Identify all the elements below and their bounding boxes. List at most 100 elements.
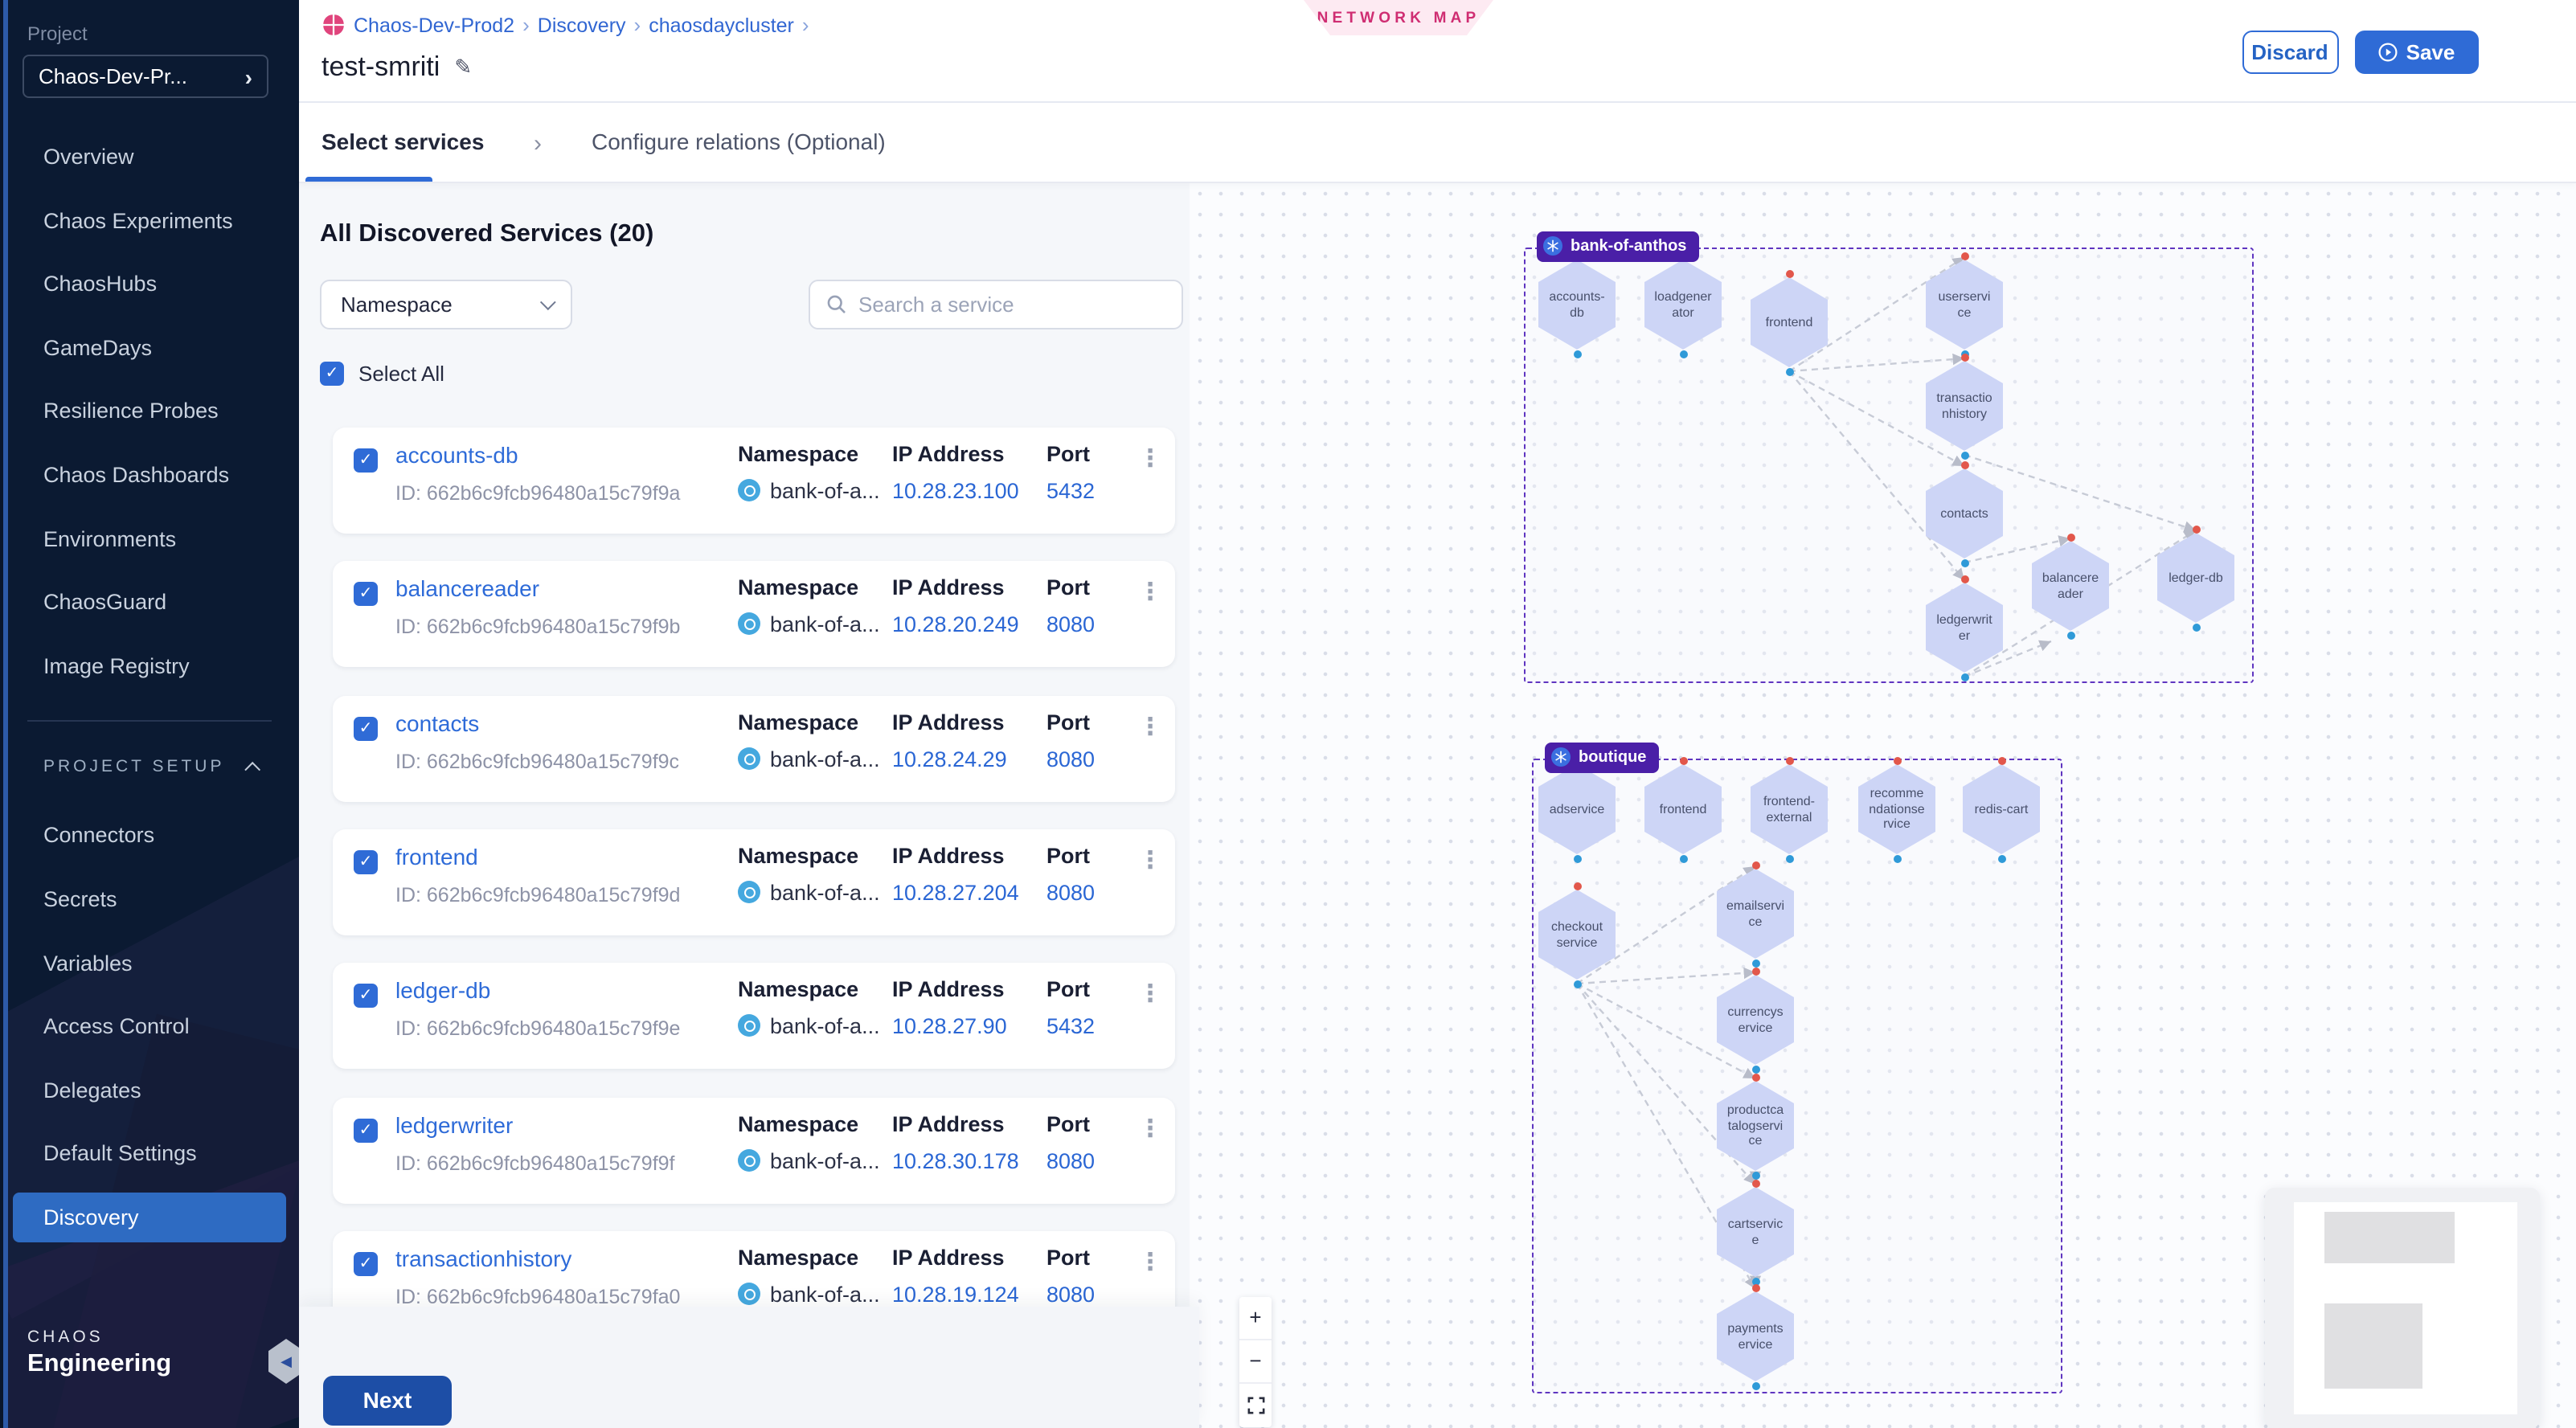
sidebar-item-chaos-dashboards[interactable]: Chaos Dashboards: [0, 444, 299, 507]
service-ip[interactable]: 10.28.27.204: [892, 880, 1019, 904]
sidebar-item-resilience-probes[interactable]: Resilience Probes: [0, 380, 299, 444]
map-node-accounts-db[interactable]: accounts-db: [1538, 260, 1616, 350]
service-checkbox[interactable]: [354, 1251, 378, 1275]
sidebar-item-chaosguard[interactable]: ChaosGuard: [0, 571, 299, 634]
map-minimap[interactable]: [2265, 1187, 2540, 1428]
service-ip[interactable]: 10.28.24.29: [892, 747, 1007, 771]
select-all-checkbox[interactable]: [320, 361, 344, 385]
service-port[interactable]: 8080: [1046, 612, 1095, 636]
column-header-port: Port: [1046, 843, 1090, 867]
save-button[interactable]: Save: [2354, 31, 2478, 74]
service-port[interactable]: 8080: [1046, 1148, 1095, 1172]
map-node-checkoutservice[interactable]: checkoutservice: [1538, 890, 1616, 980]
map-node-frontend-bank[interactable]: frontend: [1751, 277, 1828, 367]
sidebar-item-secrets[interactable]: Secrets: [0, 868, 299, 931]
service-name-link[interactable]: frontend: [395, 843, 478, 869]
service-id: ID: 662b6c9fcb96480a15c79f9e: [395, 1017, 680, 1039]
service-port[interactable]: 5432: [1046, 1013, 1095, 1037]
map-node-frontend-boutique[interactable]: frontend: [1644, 764, 1722, 854]
service-port[interactable]: 8080: [1046, 1282, 1095, 1306]
sidebar-item-chaos-experiments[interactable]: Chaos Experiments: [0, 189, 299, 252]
breadcrumb-project[interactable]: Chaos-Dev-Prod2: [354, 14, 514, 36]
group-badge-boutique[interactable]: boutique: [1545, 742, 1659, 772]
service-port[interactable]: 5432: [1046, 478, 1095, 502]
map-node-productcatalogservice[interactable]: productcatalogservice: [1717, 1081, 1794, 1171]
service-checkbox[interactable]: [354, 849, 378, 874]
map-node-ledgerwriter[interactable]: ledgerwriter: [1926, 583, 2003, 673]
kebab-menu-icon[interactable]: ⋮: [1138, 579, 1162, 604]
tab-configure-relations[interactable]: Configure relations (Optional): [592, 102, 886, 181]
tab-select-services[interactable]: Select services: [321, 102, 484, 181]
sidebar-item-environments[interactable]: Environments: [0, 507, 299, 571]
service-card-frontend: frontend ID: 662b6c9fcb96480a15c79f9d Na…: [333, 829, 1175, 935]
breadcrumb-discovery[interactable]: Discovery: [538, 14, 626, 36]
service-checkbox[interactable]: [354, 983, 378, 1007]
column-header-port: Port: [1046, 1245, 1090, 1269]
service-checkbox[interactable]: [354, 448, 378, 472]
service-ip[interactable]: 10.28.27.90: [892, 1013, 1007, 1037]
service-name-link[interactable]: contacts: [395, 710, 479, 735]
kebab-menu-icon[interactable]: ⋮: [1138, 446, 1162, 470]
service-checkbox[interactable]: [354, 581, 378, 605]
service-ip[interactable]: 10.28.23.100: [892, 478, 1019, 502]
zoom-in-button[interactable]: +: [1239, 1296, 1272, 1340]
service-checkbox[interactable]: [354, 1118, 378, 1142]
service-name-link[interactable]: transactionhistory: [395, 1245, 571, 1270]
sidebar-item-overview[interactable]: Overview: [0, 125, 299, 189]
map-node-loadgenerator[interactable]: loadgenerator: [1644, 260, 1722, 350]
map-node-frontend-external[interactable]: frontend-external: [1751, 764, 1828, 854]
wizard-tabbar: Select services › Configure relations (O…: [299, 102, 2576, 182]
sidebar-item-variables[interactable]: Variables: [0, 931, 299, 995]
map-node-balancereader[interactable]: balancereader: [2032, 541, 2109, 631]
sidebar-item-discovery[interactable]: Discovery: [13, 1193, 286, 1242]
sidebar-item-chaoshubs[interactable]: ChaosHubs: [0, 252, 299, 316]
service-ip[interactable]: 10.28.20.249: [892, 612, 1019, 636]
service-port[interactable]: 8080: [1046, 880, 1095, 904]
service-name-link[interactable]: balancereader: [395, 575, 539, 600]
discard-button[interactable]: Discard: [2242, 31, 2338, 74]
map-node-recommendationservice[interactable]: recommendationservice: [1858, 764, 1935, 854]
map-node-adservice[interactable]: adservice: [1538, 764, 1616, 854]
kebab-menu-icon[interactable]: ⋮: [1138, 1116, 1162, 1140]
group-box-bank-of-anthos[interactable]: [1524, 247, 2254, 682]
kebab-menu-icon[interactable]: ⋮: [1138, 714, 1162, 739]
kebab-menu-icon[interactable]: ⋮: [1138, 848, 1162, 872]
namespace-filter-dropdown[interactable]: Namespace: [320, 279, 572, 329]
map-node-cartservice[interactable]: cartservice: [1717, 1187, 1794, 1277]
sidebar-item-delegates[interactable]: Delegates: [0, 1058, 299, 1122]
sidebar-item-default-settings[interactable]: Default Settings: [0, 1123, 299, 1186]
group-badge-bank-of-anthos[interactable]: bank-of-anthos: [1537, 231, 1699, 261]
sidebar-item-gamedays[interactable]: GameDays: [0, 317, 299, 380]
service-ip[interactable]: 10.28.30.178: [892, 1148, 1019, 1172]
sidebar-item-image-registry[interactable]: Image Registry: [0, 635, 299, 698]
kebab-menu-icon[interactable]: ⋮: [1138, 1250, 1162, 1274]
kebab-menu-icon[interactable]: ⋮: [1138, 981, 1162, 1005]
map-node-currencyservice[interactable]: currencyservice: [1717, 975, 1794, 1065]
project-selector[interactable]: Chaos-Dev-Pr... ›: [23, 55, 268, 98]
sidebar-item-access-control[interactable]: Access Control: [0, 995, 299, 1058]
zoom-out-button[interactable]: −: [1239, 1340, 1272, 1383]
map-node-redis-cart[interactable]: redis-cart: [1963, 764, 2040, 854]
service-checkbox[interactable]: [354, 716, 378, 740]
service-card-accounts-db: accounts-db ID: 662b6c9fcb96480a15c79f9a…: [333, 427, 1175, 533]
map-node-emailservice[interactable]: emailservice: [1717, 869, 1794, 959]
service-name-link[interactable]: ledgerwriter: [395, 1111, 513, 1137]
namespace-filter-label: Namespace: [341, 292, 453, 316]
sidebar-item-connectors[interactable]: Connectors: [0, 804, 299, 868]
map-node-contacts[interactable]: contacts: [1926, 468, 2003, 559]
edit-pencil-icon[interactable]: ✎: [454, 55, 472, 80]
next-button[interactable]: Next: [323, 1375, 452, 1425]
breadcrumb-cluster[interactable]: chaosdaycluster: [649, 14, 794, 36]
chevron-up-icon[interactable]: [244, 762, 260, 778]
map-node-transactionhistory[interactable]: transactionhistory: [1926, 361, 2003, 451]
map-node-userservice[interactable]: userservice: [1926, 260, 2003, 350]
search-input[interactable]: [858, 292, 1165, 316]
map-node-paymentservice[interactable]: paymentservice: [1717, 1291, 1794, 1381]
service-port[interactable]: 8080: [1046, 747, 1095, 771]
service-ip[interactable]: 10.28.19.124: [892, 1282, 1019, 1306]
fullscreen-button[interactable]: [1239, 1383, 1272, 1426]
column-header-port: Port: [1046, 575, 1090, 599]
map-node-ledger-db[interactable]: ledger-db: [2157, 533, 2234, 623]
service-name-link[interactable]: ledger-db: [395, 976, 490, 1002]
service-name-link[interactable]: accounts-db: [395, 441, 518, 467]
